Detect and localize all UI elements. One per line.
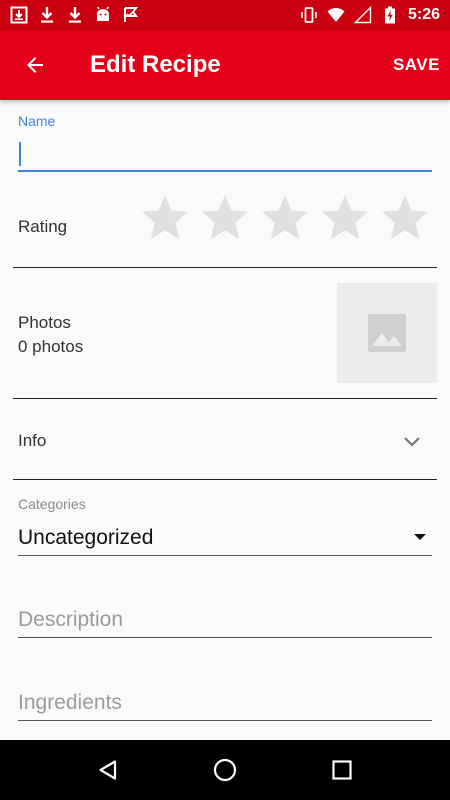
nav-home-button[interactable] bbox=[200, 745, 250, 795]
home-circle-icon bbox=[213, 758, 237, 782]
info-label: Info bbox=[18, 431, 47, 450]
check-flag-icon bbox=[124, 7, 138, 22]
status-bar: 5:26 bbox=[0, 0, 450, 30]
categories-value: Uncategorized bbox=[18, 526, 154, 549]
rating-label: Rating bbox=[18, 217, 68, 236]
system-nav-bar bbox=[0, 740, 450, 800]
rating-stars[interactable] bbox=[140, 192, 430, 242]
nav-recents-button[interactable] bbox=[317, 745, 367, 795]
name-input[interactable] bbox=[18, 136, 432, 172]
divider bbox=[13, 267, 437, 268]
dropdown-arrow-icon bbox=[414, 534, 426, 540]
recipe-form: Name Rating Photos 0 photos Info Categor… bbox=[0, 100, 450, 740]
ingredients-field[interactable] bbox=[18, 685, 432, 721]
battery-charging-icon bbox=[384, 6, 395, 24]
system-icons: 5:26 bbox=[300, 6, 440, 24]
star-icon[interactable] bbox=[260, 192, 310, 242]
text-cursor bbox=[19, 142, 21, 166]
divider bbox=[13, 398, 437, 399]
nav-back-button[interactable] bbox=[83, 745, 133, 795]
info-expander[interactable]: Info bbox=[0, 400, 450, 480]
star-icon[interactable] bbox=[380, 192, 430, 242]
chevron-down-icon bbox=[404, 437, 420, 447]
add-photo-button[interactable] bbox=[337, 283, 437, 383]
categories-dropdown[interactable]: Uncategorized bbox=[18, 520, 432, 556]
app-bar: Edit Recipe SAVE bbox=[0, 30, 450, 100]
star-icon[interactable] bbox=[200, 192, 250, 242]
wifi-icon bbox=[327, 7, 345, 22]
categories-label: Categories bbox=[18, 496, 86, 512]
back-triangle-icon bbox=[99, 760, 117, 780]
photos-label: Photos bbox=[18, 313, 71, 332]
download-icon bbox=[69, 7, 81, 23]
back-button[interactable] bbox=[0, 30, 70, 100]
cell-signal-icon bbox=[353, 6, 372, 24]
recents-square-icon bbox=[332, 760, 352, 780]
download-box-icon bbox=[10, 6, 28, 24]
star-icon[interactable] bbox=[320, 192, 370, 242]
photos-count: 0 photos bbox=[18, 337, 84, 356]
notification-icons bbox=[10, 6, 140, 24]
status-time: 5:26 bbox=[407, 6, 440, 23]
save-button[interactable]: SAVE bbox=[393, 55, 440, 75]
star-icon[interactable] bbox=[140, 192, 190, 242]
android-icon bbox=[96, 6, 110, 21]
vibrate-icon bbox=[301, 7, 317, 23]
image-placeholder-icon bbox=[368, 314, 406, 352]
name-label: Name bbox=[18, 113, 56, 129]
arrow-left-icon bbox=[27, 57, 43, 73]
description-field[interactable] bbox=[18, 602, 432, 638]
page-title: Edit Recipe bbox=[90, 51, 221, 78]
download-icon bbox=[41, 7, 53, 23]
divider bbox=[13, 479, 437, 480]
